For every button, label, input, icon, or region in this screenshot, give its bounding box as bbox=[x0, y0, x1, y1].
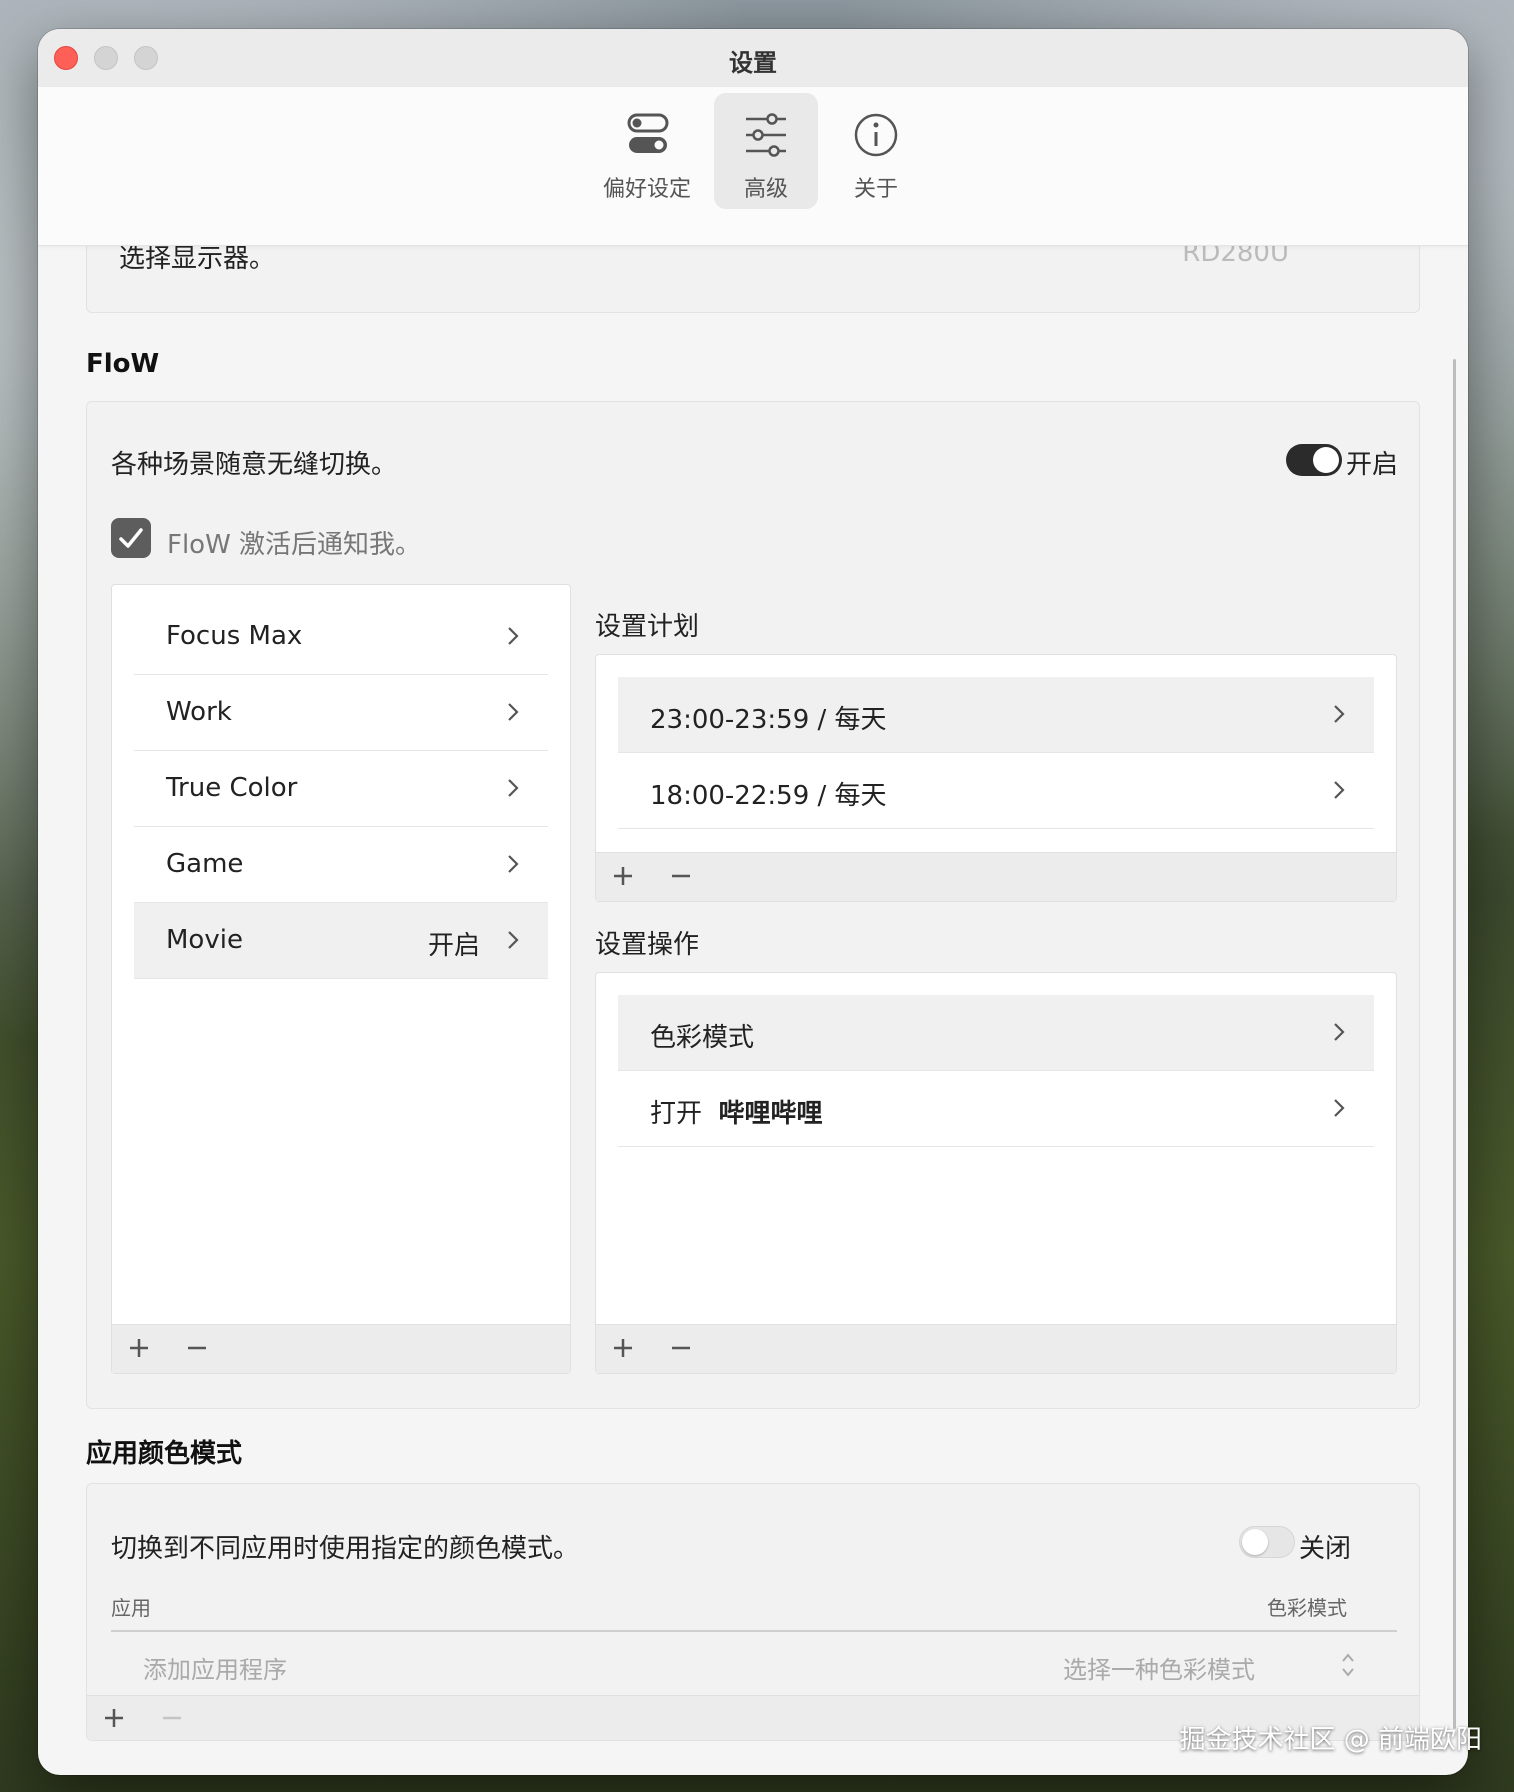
flow-notify-checkbox[interactable] bbox=[111, 518, 151, 558]
color-mode-select[interactable]: 选择一种色彩模式 bbox=[1063, 1650, 1255, 1685]
tab-about[interactable]: 关于 bbox=[828, 93, 924, 209]
action-label: 打开 哔哩哔哩 bbox=[650, 1099, 823, 1129]
schedule-item[interactable]: 23:00-23:59 / 每天 bbox=[618, 677, 1374, 753]
tab-preferences[interactable]: 偏好设定 bbox=[594, 93, 700, 209]
add-app-button[interactable] bbox=[101, 1705, 127, 1731]
flow-panel: 各种场景随意无缝切换。 开启 FloW 激活后通知我。 Focus Max Wo… bbox=[86, 401, 1420, 1409]
title-bar: 设置 bbox=[38, 29, 1468, 88]
column-header-app: 应用 bbox=[111, 1596, 151, 1620]
flow-section-title: FloW bbox=[86, 349, 160, 379]
chevron-right-icon bbox=[508, 931, 519, 949]
remove-schedule-button[interactable] bbox=[668, 863, 694, 889]
schedule-list: 23:00-23:59 / 每天 18:00-22:59 / 每天 bbox=[595, 654, 1397, 902]
scene-name: Focus Max bbox=[166, 621, 303, 651]
tab-about-label: 关于 bbox=[853, 177, 898, 202]
scene-list: Focus Max Work True Color Game Movie 开启 bbox=[111, 584, 571, 1374]
scene-state: 开启 bbox=[427, 931, 480, 961]
toggle-preferences-icon bbox=[627, 113, 669, 153]
scene-item-focus-max[interactable]: Focus Max bbox=[134, 599, 548, 675]
schedule-time: 23:00-23:59 / 每天 bbox=[650, 705, 887, 735]
action-item-open-app[interactable]: 打开 哔哩哔哩 bbox=[618, 1071, 1374, 1147]
add-action-button[interactable] bbox=[610, 1335, 636, 1361]
watermark: 掘金技术社区 @ 前端欧阳 bbox=[1179, 1725, 1482, 1755]
vertical-scrollbar[interactable] bbox=[1453, 359, 1456, 1729]
app-color-description: 切换到不同应用时使用指定的颜色模式。 bbox=[111, 1534, 580, 1564]
remove-app-button[interactable] bbox=[159, 1705, 185, 1731]
chevron-right-icon bbox=[1334, 705, 1345, 723]
actions-title: 设置操作 bbox=[595, 930, 700, 960]
app-color-toggle-label: 关闭 bbox=[1299, 1534, 1352, 1564]
chevron-right-icon bbox=[508, 855, 519, 873]
flow-toggle-label: 开启 bbox=[1346, 450, 1399, 480]
chevron-updown-icon[interactable] bbox=[1339, 1650, 1357, 1680]
chevron-right-icon bbox=[508, 703, 519, 721]
action-item-color-mode[interactable]: 色彩模式 bbox=[618, 995, 1374, 1071]
info-icon bbox=[854, 113, 898, 157]
scene-item-work[interactable]: Work bbox=[134, 675, 548, 751]
remove-action-button[interactable] bbox=[668, 1335, 694, 1361]
tab-advanced[interactable]: 高级 bbox=[714, 93, 818, 209]
app-color-panel: 切换到不同应用时使用指定的颜色模式。 关闭 应用 色彩模式 添加应用程序 选择一… bbox=[86, 1483, 1420, 1741]
scene-list-footer bbox=[112, 1324, 570, 1373]
add-app-placeholder[interactable]: 添加应用程序 bbox=[143, 1650, 287, 1685]
schedule-item[interactable]: 18:00-22:59 / 每天 bbox=[618, 753, 1374, 829]
settings-content[interactable]: 选择显示器。 RD280U FloW 各种场景随意无缝切换。 开启 FloW 激… bbox=[38, 185, 1468, 1775]
flow-toggle[interactable] bbox=[1286, 444, 1342, 476]
scene-name: Game bbox=[166, 849, 244, 879]
sliders-icon bbox=[746, 113, 786, 157]
flow-notify-label: FloW 激活后通知我。 bbox=[167, 530, 422, 560]
column-header-color-mode: 色彩模式 bbox=[1267, 1596, 1347, 1620]
flow-description: 各种场景随意无缝切换。 bbox=[111, 450, 398, 480]
app-color-section-title: 应用颜色模式 bbox=[86, 1439, 243, 1469]
table-divider bbox=[111, 1630, 1397, 1632]
app-color-toggle[interactable] bbox=[1239, 1526, 1295, 1558]
tab-preferences-label: 偏好设定 bbox=[602, 177, 691, 202]
add-schedule-button[interactable] bbox=[610, 863, 636, 889]
schedule-time: 18:00-22:59 / 每天 bbox=[650, 781, 887, 811]
actions-list-footer bbox=[596, 1324, 1396, 1373]
actions-list: 色彩模式 打开 哔哩哔哩 bbox=[595, 972, 1397, 1374]
window-title: 设置 bbox=[729, 49, 777, 77]
scene-item-game[interactable]: Game bbox=[134, 827, 548, 903]
scene-name: True Color bbox=[166, 773, 298, 803]
tab-advanced-label: 高级 bbox=[743, 177, 788, 202]
checkmark-icon bbox=[119, 528, 143, 548]
scene-item-true-color[interactable]: True Color bbox=[134, 751, 548, 827]
add-scene-button[interactable] bbox=[126, 1335, 152, 1361]
chevron-right-icon bbox=[1334, 1099, 1345, 1117]
chevron-right-icon bbox=[508, 779, 519, 797]
chevron-right-icon bbox=[1334, 781, 1345, 799]
remove-scene-button[interactable] bbox=[184, 1335, 210, 1361]
scene-item-movie[interactable]: Movie 开启 bbox=[134, 903, 548, 979]
action-label: 色彩模式 bbox=[650, 1023, 755, 1053]
schedule-list-footer bbox=[596, 852, 1396, 901]
chevron-right-icon bbox=[1334, 1023, 1345, 1041]
scene-name: Movie bbox=[166, 925, 243, 955]
schedule-title: 设置计划 bbox=[595, 612, 700, 642]
scene-name: Work bbox=[166, 697, 232, 727]
toolbar: 偏好设定 高级 关于 bbox=[38, 87, 1468, 246]
settings-window: 设置 偏好设定 高级 关于 选择显示器。 RD280U FloW 各种场景随意无… bbox=[38, 29, 1468, 1775]
chevron-right-icon bbox=[508, 627, 519, 645]
